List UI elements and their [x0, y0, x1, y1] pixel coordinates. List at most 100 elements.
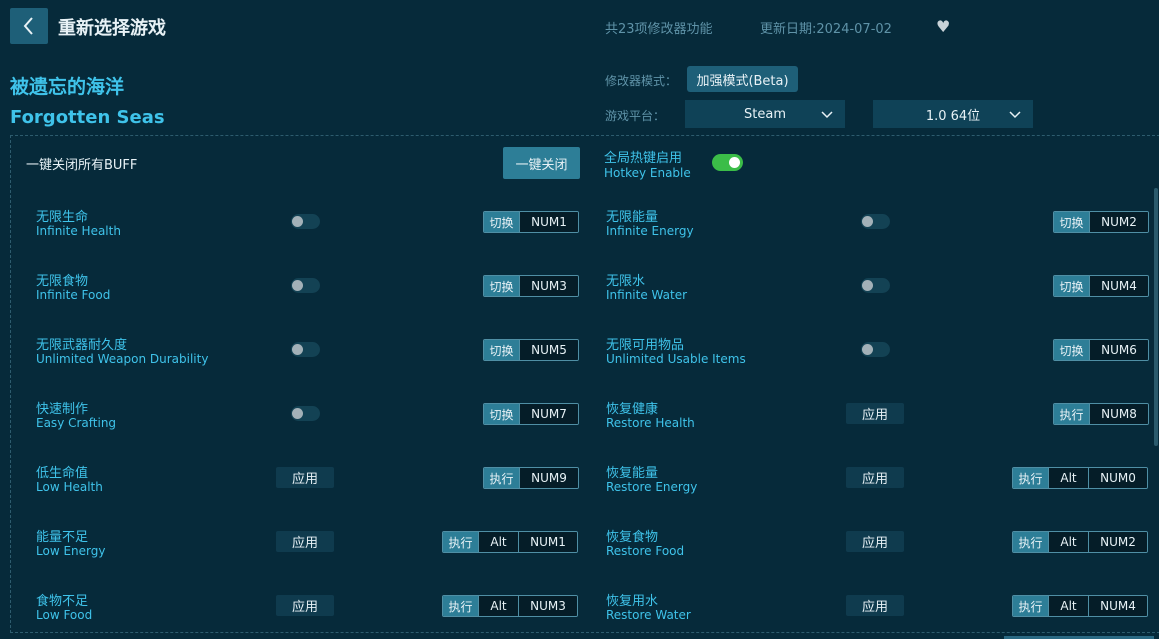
feature-name-en: Unlimited Usable Items [606, 352, 746, 366]
platform-label: 游戏平台： [605, 109, 666, 123]
hotkey-key: NUM4 [1088, 596, 1147, 616]
mode-label: 修改器模式： [605, 74, 678, 88]
toggle-knob [862, 344, 873, 355]
hotkey-group[interactable]: 切换 NUM7 [483, 403, 579, 425]
feature-name-en: Infinite Water [606, 288, 688, 302]
feature-name-en: Infinite Energy [606, 224, 694, 238]
hotkey-group[interactable]: 执行 Alt NUM1 [442, 531, 578, 553]
feature-toggle[interactable] [291, 278, 320, 293]
toggle-knob [292, 216, 303, 227]
feature-name-en: Low Food [36, 608, 93, 622]
hotkey-key: Alt [478, 596, 518, 616]
feature-toggle[interactable] [861, 214, 890, 229]
feature-name-cn: 低生命值 [36, 466, 89, 481]
platform-value: Steam [744, 106, 786, 122]
hotkey-group[interactable]: 执行 Alt NUM0 [1012, 467, 1148, 489]
version-value: 1.0 64位 [925, 108, 981, 124]
hotkey-action-label: 切换 [484, 340, 519, 360]
hotkey-action-label: 切换 [484, 404, 519, 424]
hotkey-group[interactable]: 执行 Alt NUM2 [1012, 531, 1148, 553]
close-all-button[interactable]: 一键关闭 [503, 147, 580, 179]
hotkey-toggle[interactable] [712, 154, 743, 171]
hotkey-label-cn: 全局热键启用 [604, 151, 683, 166]
mode-button[interactable]: 加强模式(Beta) [687, 66, 798, 92]
toggle-knob [292, 344, 303, 355]
cheat-panel [10, 135, 1159, 633]
hotkey-action-label: 执行 [1013, 532, 1048, 552]
hotkey-group[interactable]: 切换 NUM3 [483, 275, 579, 297]
chevron-left-icon [23, 17, 33, 35]
chevron-down-icon [1009, 111, 1021, 119]
feature-name-en: Infinite Food [36, 288, 111, 302]
hotkey-key: NUM1 [518, 532, 577, 552]
feature-toggle[interactable] [291, 342, 320, 357]
hotkey-group[interactable]: 执行 Alt NUM4 [1012, 595, 1148, 617]
hotkey-key: Alt [478, 532, 518, 552]
hotkey-key: NUM8 [1089, 404, 1148, 424]
feature-name-en: Easy Crafting [36, 416, 117, 430]
hotkey-group[interactable]: 切换 NUM2 [1053, 211, 1149, 233]
close-all-buff-label: 一键关闭所有BUFF [26, 158, 138, 173]
toggle-knob [862, 280, 873, 291]
hotkey-group[interactable]: 切换 NUM4 [1053, 275, 1149, 297]
feature-name-cn: 恢复能量 [606, 466, 659, 481]
scrollbar[interactable] [1154, 188, 1158, 446]
feature-name-cn: 无限武器耐久度 [36, 338, 128, 353]
hotkey-key: NUM1 [519, 212, 578, 232]
apply-button[interactable]: 应用 [846, 467, 904, 488]
feature-name-en: Restore Health [606, 416, 695, 430]
hotkey-key: NUM0 [1088, 468, 1147, 488]
hotkey-key: NUM3 [518, 596, 577, 616]
hotkey-key: NUM9 [519, 468, 578, 488]
hotkey-key: NUM6 [1089, 340, 1148, 360]
apply-button[interactable]: 应用 [276, 531, 334, 552]
toggle-knob [292, 280, 303, 291]
feature-toggle[interactable] [291, 406, 320, 421]
feature-name-cn: 能量不足 [36, 530, 89, 545]
heart-icon[interactable]: ♥ [936, 17, 950, 36]
hotkey-key: NUM7 [519, 404, 578, 424]
hotkey-key: NUM2 [1089, 212, 1148, 232]
update-date: 更新日期:2024-07-02 [760, 22, 892, 37]
apply-button[interactable]: 应用 [276, 595, 334, 616]
hotkey-key: Alt [1048, 596, 1088, 616]
feature-name-en: Unlimited Weapon Durability [36, 352, 209, 366]
feature-name-cn: 恢复食物 [606, 530, 659, 545]
hotkey-key: NUM3 [519, 276, 578, 296]
hotkey-group[interactable]: 执行 Alt NUM3 [442, 595, 578, 617]
feature-toggle[interactable] [861, 278, 890, 293]
feature-name-cn: 食物不足 [36, 594, 89, 609]
feature-name-cn: 快速制作 [36, 402, 89, 417]
hotkey-group[interactable]: 执行 NUM8 [1053, 403, 1149, 425]
hotkey-key: NUM4 [1089, 276, 1148, 296]
feature-name-cn: 恢复健康 [606, 402, 659, 417]
back-button[interactable] [10, 8, 48, 44]
hotkey-label-en: Hotkey Enable [604, 166, 691, 180]
hotkey-group[interactable]: 切换 NUM5 [483, 339, 579, 361]
hotkey-action-label: 执行 [1013, 468, 1048, 488]
hotkey-action-label: 切换 [1054, 276, 1089, 296]
apply-button[interactable]: 应用 [846, 531, 904, 552]
apply-button[interactable]: 应用 [846, 403, 904, 424]
game-title-en: Forgotten Seas [10, 107, 165, 128]
hotkey-group[interactable]: 切换 NUM6 [1053, 339, 1149, 361]
apply-button[interactable]: 应用 [276, 467, 334, 488]
feature-name-cn: 无限生命 [36, 210, 89, 225]
feature-name-en: Restore Food [606, 544, 685, 558]
feature-name-cn: 无限食物 [36, 274, 89, 289]
version-select[interactable]: 1.0 64位 [873, 100, 1033, 128]
feature-name-en: Restore Water [606, 608, 691, 622]
apply-button[interactable]: 应用 [846, 595, 904, 616]
hotkey-action-label: 执行 [1013, 596, 1048, 616]
feature-name-en: Restore Energy [606, 480, 698, 494]
platform-select[interactable]: Steam [685, 100, 845, 128]
hotkey-group[interactable]: 切换 NUM1 [483, 211, 579, 233]
feature-toggle[interactable] [861, 342, 890, 357]
feature-name-cn: 无限能量 [606, 210, 659, 225]
hotkey-key: NUM5 [519, 340, 578, 360]
hotkey-group[interactable]: 执行 NUM9 [483, 467, 579, 489]
feature-toggle[interactable] [291, 214, 320, 229]
feature-count: 共23项修改器功能 [605, 22, 713, 37]
hotkey-action-label: 切换 [484, 212, 519, 232]
feature-name-en: Low Health [36, 480, 103, 494]
